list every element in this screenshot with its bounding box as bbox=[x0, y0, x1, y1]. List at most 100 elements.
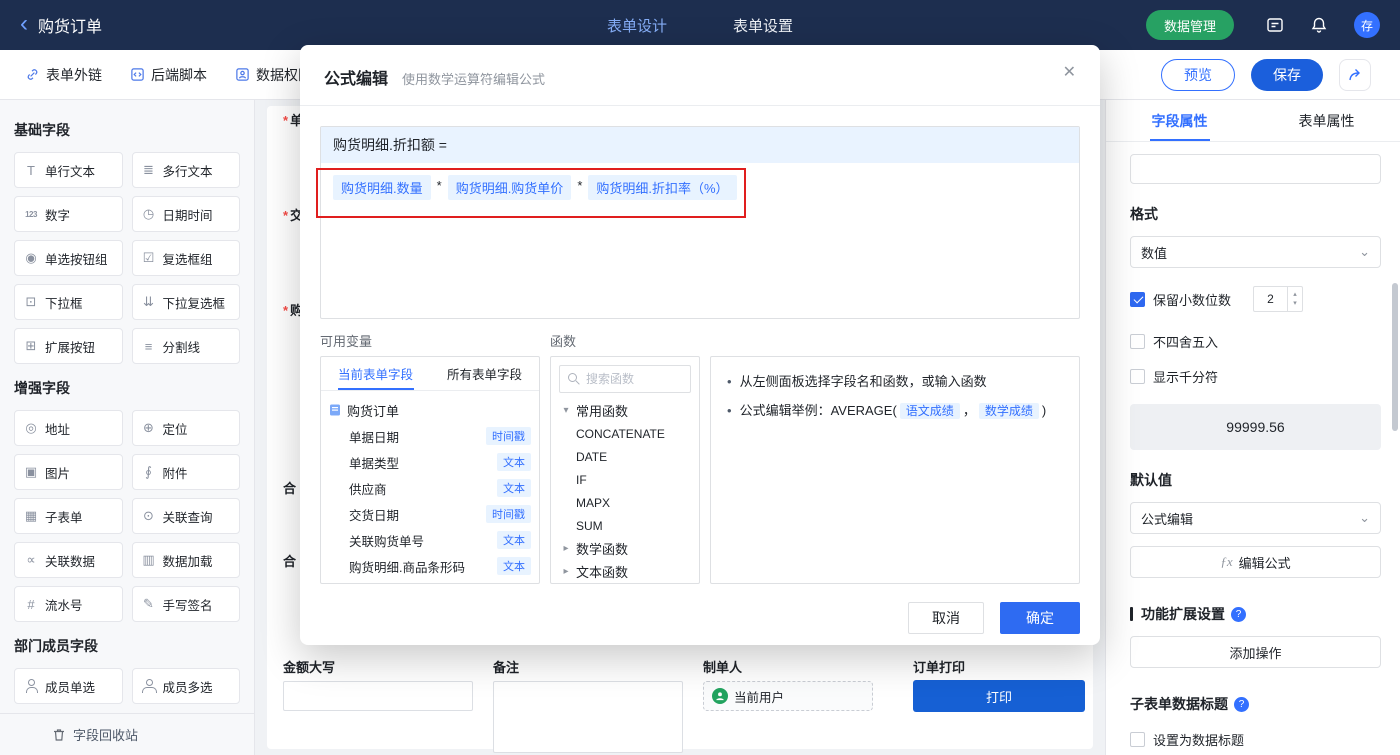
field-item-member-single[interactable]: 成员单选 bbox=[14, 668, 123, 704]
decimal-label: 保留小数位数 bbox=[1153, 292, 1232, 308]
subform-icon: ▦ bbox=[24, 508, 38, 523]
cancel-button[interactable]: 取消 bbox=[908, 602, 984, 634]
function-item[interactable]: DATE bbox=[551, 445, 699, 468]
creator-user-field[interactable]: 当前用户 bbox=[703, 681, 873, 711]
thousand-separator-checkbox[interactable] bbox=[1130, 369, 1145, 384]
back-icon[interactable]: ‹ bbox=[20, 11, 28, 36]
remark-textarea[interactable] bbox=[493, 681, 683, 753]
bell-icon[interactable] bbox=[1310, 16, 1328, 34]
field-item-label: 地址 bbox=[45, 422, 71, 437]
format-select[interactable]: 数值 ⌄ bbox=[1130, 236, 1381, 268]
field-item-number[interactable]: 123 数字 bbox=[14, 196, 123, 232]
field-item-divider[interactable]: ≡ 分割线 bbox=[131, 328, 240, 364]
member-single-icon bbox=[23, 679, 39, 693]
default-value-select[interactable]: 公式编辑 ⌄ bbox=[1130, 502, 1381, 534]
help-icon[interactable]: ? bbox=[1231, 606, 1246, 622]
stepper-up-icon[interactable]: ▴ bbox=[1293, 290, 1297, 299]
field-item-member-multi[interactable]: 成员多选 bbox=[131, 668, 240, 704]
field-item-select[interactable]: ⊡ 下拉框 bbox=[14, 284, 123, 320]
tree-root-form[interactable]: 购货订单 bbox=[329, 397, 531, 423]
scrollbar-thumb[interactable] bbox=[1392, 283, 1398, 431]
top-header: ‹ 购货订单 表单设计 表单设置 数据管理 存 bbox=[0, 0, 1400, 50]
field-item-radio-group[interactable]: ◉ 单选按钮组 bbox=[14, 240, 123, 276]
user-avatar[interactable]: 存 bbox=[1354, 12, 1380, 38]
recycle-bin-label: 字段回收站 bbox=[73, 728, 139, 743]
edit-formula-button[interactable]: ƒx 编辑公式 bbox=[1130, 546, 1381, 578]
variable-row[interactable]: 供应商 文本 bbox=[329, 475, 531, 501]
tab-all-form-fields[interactable]: 所有表单字段 bbox=[430, 357, 539, 390]
function-group-math[interactable]: ▸ 数学函数 bbox=[551, 537, 699, 560]
preview-button[interactable]: 预览 bbox=[1161, 58, 1235, 91]
tab-field-properties[interactable]: 字段属性 bbox=[1149, 100, 1210, 141]
function-group-common[interactable]: ▾ 常用函数 bbox=[551, 399, 699, 422]
field-title-input[interactable] bbox=[1130, 154, 1381, 184]
available-variables-label: 可用变量 bbox=[320, 334, 373, 349]
field-item-single-line-text[interactable]: T 单行文本 bbox=[14, 152, 123, 188]
backend-script-item[interactable]: 后端脚本 bbox=[130, 65, 207, 85]
no-round-checkbox[interactable] bbox=[1130, 334, 1145, 349]
stepper-arrows[interactable]: ▴ ▾ bbox=[1287, 287, 1302, 311]
field-item-address[interactable]: ◎ 地址 bbox=[14, 410, 123, 446]
stepper-down-icon[interactable]: ▾ bbox=[1293, 299, 1297, 308]
field-item-linked-query[interactable]: ⊙ 关联查询 bbox=[131, 498, 240, 534]
function-search[interactable] bbox=[559, 365, 691, 393]
field-item-label: 附件 bbox=[162, 466, 188, 481]
field-item-label: 图片 bbox=[45, 466, 71, 481]
function-item[interactable]: MAPX bbox=[551, 491, 699, 514]
field-item-serial-number[interactable]: # 流水号 bbox=[14, 586, 123, 622]
field-recycle-bin[interactable]: 字段回收站 bbox=[0, 713, 254, 755]
tab-form-properties[interactable]: 表单属性 bbox=[1297, 100, 1357, 141]
close-icon[interactable]: ✕ bbox=[1063, 65, 1076, 81]
field-item-linked-data[interactable]: ∝ 关联数据 bbox=[14, 542, 123, 578]
fx-icon: ƒx bbox=[1220, 554, 1233, 569]
function-item[interactable]: IF bbox=[551, 468, 699, 491]
type-tag: 文本 bbox=[497, 479, 531, 497]
field-item-datetime[interactable]: ◷ 日期时间 bbox=[131, 196, 240, 232]
variable-row[interactable]: 单据日期 时间戳 bbox=[329, 423, 531, 449]
function-search-input[interactable] bbox=[586, 372, 676, 386]
function-item[interactable]: CONCATENATE bbox=[551, 422, 699, 445]
help-icon[interactable]: ? bbox=[1234, 696, 1249, 712]
formula-input-area[interactable]: 购货明细.数量 * 购货明细.购货单价 * 购货明细.折扣率（%） bbox=[321, 163, 1079, 212]
formula-field-token[interactable]: 购货明细.购货单价 bbox=[447, 175, 572, 200]
field-item-attachment[interactable]: ∮ 附件 bbox=[131, 454, 240, 490]
field-item-multi-line-text[interactable]: ≣ 多行文本 bbox=[131, 152, 240, 188]
tab-form-design[interactable]: 表单设计 bbox=[607, 15, 667, 36]
decimal-checkbox[interactable] bbox=[1130, 291, 1145, 307]
field-item-multi-select[interactable]: ⇊ 下拉复选框 bbox=[131, 284, 240, 320]
variable-row[interactable]: 关联购货单号 文本 bbox=[329, 527, 531, 553]
field-item-label: 下拉复选框 bbox=[162, 296, 226, 311]
formula-field-token[interactable]: 购货明细.折扣率（%） bbox=[588, 175, 737, 200]
document-icon bbox=[330, 404, 340, 416]
message-icon[interactable] bbox=[1266, 16, 1284, 34]
add-action-button[interactable]: 添加操作 bbox=[1130, 636, 1381, 668]
set-data-title-checkbox[interactable] bbox=[1130, 732, 1145, 747]
function-item[interactable]: SUM bbox=[551, 514, 699, 537]
decimal-stepper[interactable]: 2 ▴ ▾ bbox=[1253, 286, 1304, 312]
function-group-text[interactable]: ▸ 文本函数 bbox=[551, 560, 699, 583]
field-item-extend-button[interactable]: ⊞ 扩展按钮 bbox=[14, 328, 123, 364]
print-button[interactable]: 打印 bbox=[913, 680, 1085, 712]
variable-row[interactable]: 购货明细.商品条形码 文本 bbox=[329, 553, 531, 579]
field-item-location[interactable]: ⊕ 定位 bbox=[131, 410, 240, 446]
share-icon[interactable] bbox=[1339, 58, 1371, 91]
formula-field-token[interactable]: 购货明细.数量 bbox=[333, 175, 431, 200]
variable-row[interactable]: 单据类型 文本 bbox=[329, 449, 531, 475]
tree-root-label: 购货订单 bbox=[347, 403, 400, 419]
form-external-link-item[interactable]: 表单外链 bbox=[25, 65, 102, 85]
amount-in-words-input[interactable] bbox=[283, 681, 473, 711]
tip-example-line: • 公式编辑举例：AVERAGE(语文成绩，数学成绩) bbox=[727, 400, 1063, 422]
field-item-subform[interactable]: ▦ 子表单 bbox=[14, 498, 123, 534]
field-item-image[interactable]: ▣ 图片 bbox=[14, 454, 123, 490]
tab-form-settings[interactable]: 表单设置 bbox=[733, 15, 793, 36]
tab-current-form-fields[interactable]: 当前表单字段 bbox=[321, 357, 430, 390]
field-item-signature[interactable]: ✎ 手写签名 bbox=[131, 586, 240, 622]
modal-header: 公式编辑 使用数学运算符编辑公式 ✕ bbox=[300, 45, 1100, 106]
field-item-data-load[interactable]: ▥ 数据加载 bbox=[131, 542, 240, 578]
decimal-value: 2 bbox=[1267, 292, 1274, 306]
confirm-button[interactable]: 确定 bbox=[1000, 602, 1080, 634]
field-item-checkbox-group[interactable]: ☑ 复选框组 bbox=[131, 240, 240, 276]
data-manage-button[interactable]: 数据管理 bbox=[1145, 10, 1234, 40]
save-button[interactable]: 保存 bbox=[1251, 58, 1323, 91]
variable-row[interactable]: 交货日期 时间戳 bbox=[329, 501, 531, 527]
